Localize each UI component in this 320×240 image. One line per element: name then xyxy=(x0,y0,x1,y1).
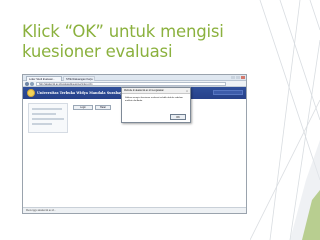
panel-line xyxy=(32,108,62,110)
minimize-icon[interactable] xyxy=(231,76,235,79)
panel-line xyxy=(32,113,56,115)
login-panel xyxy=(28,103,68,133)
site-menu-bar[interactable] xyxy=(213,90,243,95)
maximize-icon[interactable] xyxy=(236,76,240,79)
site-name: Universitas Terbuka Widya Mandala Suraba… xyxy=(37,91,125,95)
back-arrow-icon[interactable] xyxy=(25,82,29,86)
ok-button[interactable]: OK xyxy=(170,114,186,120)
panel-line xyxy=(32,118,64,120)
login-button[interactable]: Login xyxy=(73,105,93,110)
browser-screenshot: Loker Studi Evaluasi... STIE Rakuangan K… xyxy=(22,74,247,214)
slide-title: Klick “OK” untuk mengisi kuesioner evalu… xyxy=(22,22,224,61)
cancel-button[interactable]: Batal xyxy=(95,105,111,110)
forward-arrow-icon[interactable] xyxy=(30,82,34,86)
status-bar: Menunggu akademik.ac.id... xyxy=(23,207,246,213)
panel-line xyxy=(32,123,52,125)
close-icon[interactable]: × xyxy=(185,89,189,93)
url-field[interactable]: http://akademik.ac.id/evaluasi/kuesioner… xyxy=(36,82,226,86)
slide-decoration-lines xyxy=(250,0,320,240)
status-text: Menunggu akademik.ac.id... xyxy=(26,209,56,212)
university-logo-icon xyxy=(27,89,35,97)
dialog-message: Silakan mengisi kuesioner evaluasi terle… xyxy=(125,97,183,102)
alert-dialog: Website di akademik.ac.id mengatakan × S… xyxy=(121,87,191,123)
window-close-icon[interactable] xyxy=(241,76,245,79)
dialog-title: Website di akademik.ac.id mengatakan xyxy=(122,88,190,94)
